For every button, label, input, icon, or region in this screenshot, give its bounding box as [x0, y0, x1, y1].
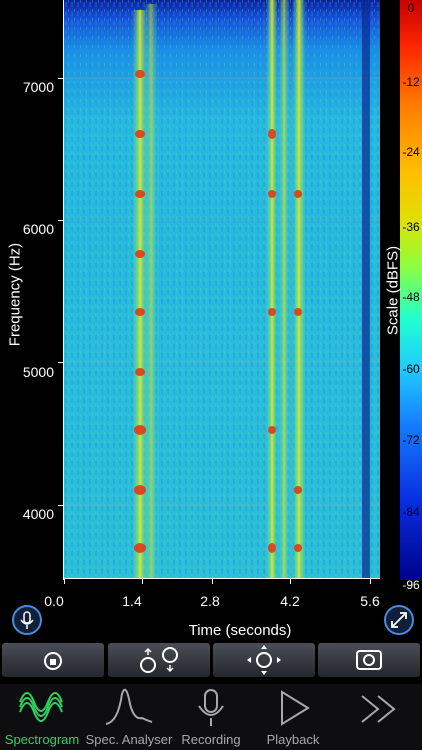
tab-recording[interactable]: Recording [174, 684, 248, 750]
peak-curve-icon [105, 688, 153, 725]
more-chevrons-icon [361, 695, 396, 723]
spectrogram-bands [64, 0, 380, 578]
x-tick-label: 1.4 [122, 593, 142, 609]
y-tick-label: 6000 [22, 221, 54, 237]
microphone-icon [20, 611, 34, 629]
y-axis-label: Frequency (Hz) [6, 242, 24, 347]
x-tick [64, 578, 65, 584]
microphone-button[interactable] [12, 605, 42, 635]
tab-label: Playback [266, 732, 320, 747]
tab-label: Spectrogram [4, 732, 80, 747]
lock-rotate-icon [44, 652, 62, 670]
scale-tick-label: 0 [407, 1, 415, 15]
scale-tick-label: -72 [402, 433, 420, 447]
x-axis-label: Time (seconds) [188, 622, 292, 639]
y-tick-label: 7000 [22, 79, 54, 95]
vertical-zoom-button[interactable] [108, 643, 210, 677]
y-tick [58, 220, 64, 221]
scale-tick-label: -24 [402, 145, 420, 159]
x-tick-label: 2.8 [200, 593, 220, 609]
x-tick-label: 4.2 [280, 593, 300, 609]
pan-move-button[interactable] [213, 643, 315, 677]
scale-tick-label: -12 [402, 75, 420, 89]
expand-button[interactable] [384, 605, 414, 635]
scale-tick-label: -96 [402, 578, 420, 592]
tab-spec-analyser[interactable]: Spec. Analyser [84, 684, 174, 750]
camera-button[interactable] [318, 643, 420, 677]
x-tick-label: 0.0 [44, 593, 64, 609]
x-tick-label: 5.6 [360, 593, 380, 609]
y-tick-label: 4000 [22, 506, 54, 522]
x-axis-line [63, 578, 380, 579]
scale-tick-label: -84 [402, 505, 420, 519]
y-tick-label: 5000 [22, 364, 54, 380]
camera-icon [356, 650, 382, 670]
diagonal-arrows-icon [391, 612, 407, 628]
scale-tick-label: -60 [402, 362, 420, 376]
tab-label: Spec. Analyser [85, 732, 173, 747]
x-tick [290, 578, 291, 584]
x-tick [142, 578, 143, 584]
y-axis-line [63, 0, 64, 580]
waveform-icon [19, 692, 63, 722]
tab-spectrogram[interactable]: Spectrogram [0, 684, 84, 750]
play-icon [281, 690, 310, 726]
pan-move-icon [247, 645, 281, 675]
tab-playback[interactable]: Playback [248, 684, 338, 750]
spectrogram-plot[interactable] [64, 0, 380, 578]
lock-rotate-button[interactable] [2, 643, 104, 677]
x-tick [370, 578, 371, 584]
x-tick [212, 578, 213, 584]
tab-more[interactable] [338, 684, 422, 750]
microphone-icon [198, 689, 224, 726]
scale-tick-label: -36 [402, 220, 420, 234]
vertical-zoom-icon [140, 647, 178, 673]
scale-label: Scale (dBFS) [384, 245, 402, 336]
tab-label: Recording [181, 732, 241, 747]
scale-tick-label: -48 [402, 290, 420, 304]
y-tick [58, 505, 64, 506]
y-tick [58, 78, 64, 79]
y-tick [58, 362, 64, 363]
